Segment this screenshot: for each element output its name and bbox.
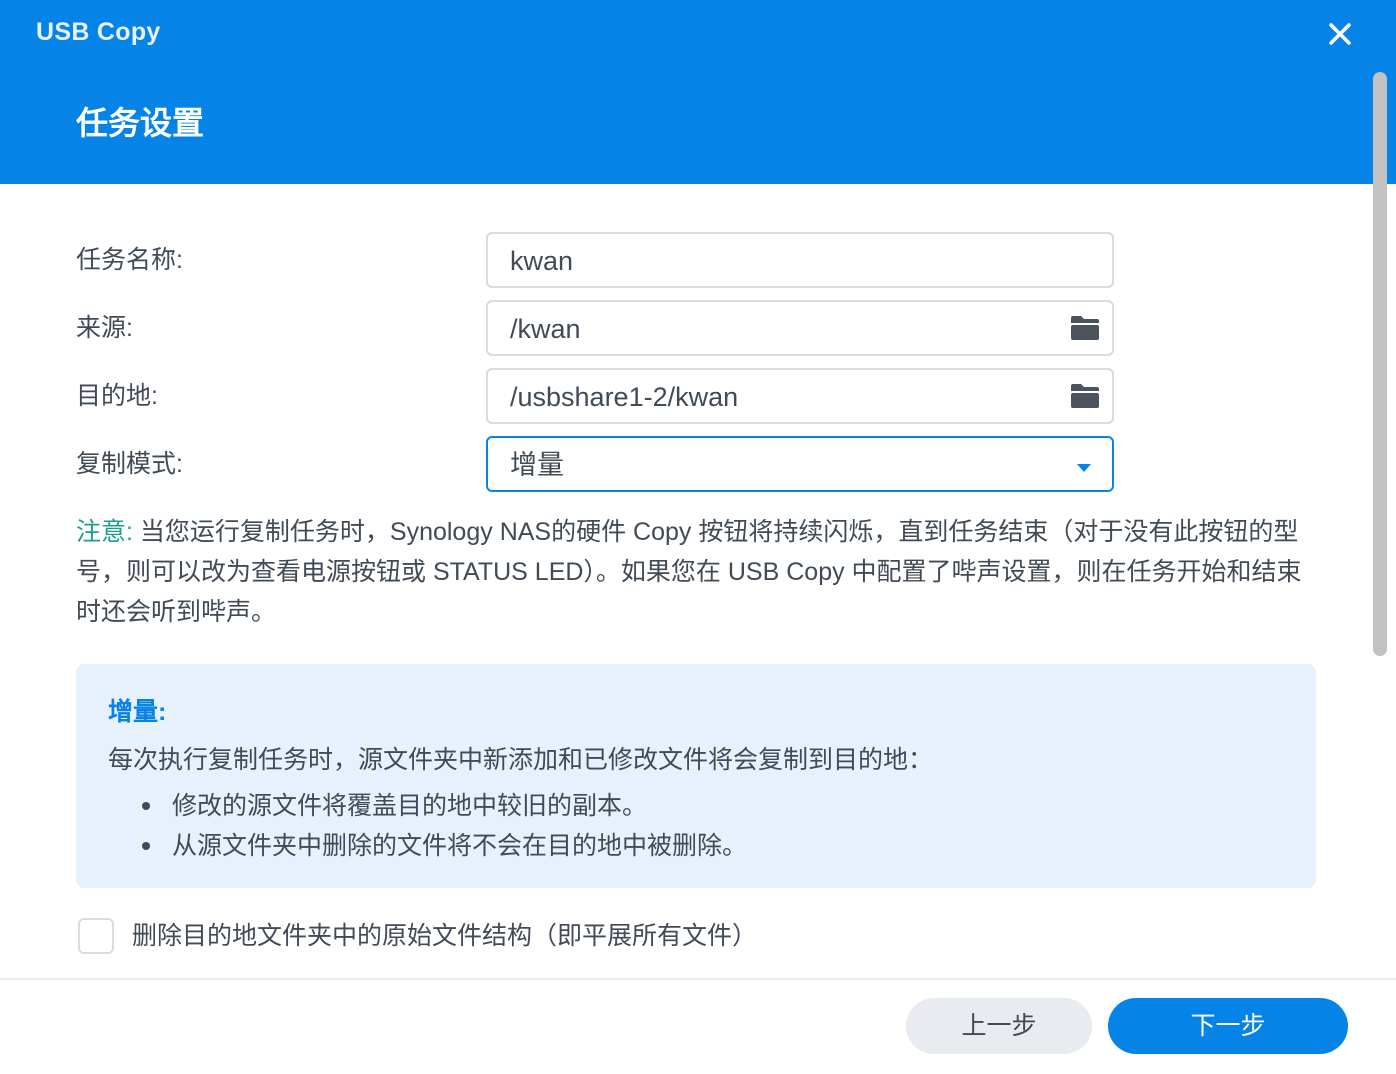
chevron-down-icon (1076, 460, 1092, 472)
task-name-label: 任务名称: (76, 246, 183, 274)
flatten-checkbox-label[interactable]: 删除目的地文件夹中的原始文件结构（即平展所有文件） (132, 920, 757, 952)
info-title: 增量: (108, 698, 167, 726)
step-title: 任务设置 (76, 105, 205, 141)
source-input[interactable]: /kwan (486, 300, 1114, 356)
folder-icon[interactable] (1070, 383, 1100, 409)
scrollbar-thumb[interactable] (1373, 72, 1387, 656)
mode-info-box: 增量: 每次执行复制任务时，源文件夹中新添加和已修改文件将会复制到目的地： 修改… (76, 664, 1316, 888)
note-label: 注意: (76, 518, 133, 546)
destination-value: /usbshare1-2/kwan (510, 382, 739, 412)
copy-mode-value: 增量 (510, 450, 564, 480)
footer-divider (0, 978, 1396, 980)
note-body: 当您运行复制任务时，Synology NAS的硬件 Copy 按钮将持续闪烁，直… (76, 518, 1302, 626)
source-value: /kwan (510, 314, 581, 344)
app-title: USB Copy (36, 18, 161, 46)
source-label: 来源: (76, 314, 133, 342)
bullet-icon (142, 802, 150, 810)
dialog-header: USB Copy 任务设置 (0, 0, 1396, 184)
next-button[interactable]: 下一步 (1108, 998, 1348, 1054)
destination-label: 目的地: (76, 382, 158, 410)
previous-button[interactable]: 上一步 (906, 998, 1092, 1054)
list-item: 从源文件夹中删除的文件将不会在目的地中被删除。 (108, 826, 747, 866)
info-list: 修改的源文件将覆盖目的地中较旧的副本。 从源文件夹中删除的文件将不会在目的地中被… (108, 786, 747, 866)
folder-icon[interactable] (1070, 315, 1100, 341)
destination-input[interactable]: /usbshare1-2/kwan (486, 368, 1114, 424)
task-name-value: kwan (510, 246, 574, 276)
task-name-input[interactable]: kwan (486, 232, 1114, 288)
bullet-icon (142, 842, 150, 850)
copy-mode-select[interactable]: 增量 (486, 436, 1114, 492)
list-item: 修改的源文件将覆盖目的地中较旧的副本。 (108, 786, 747, 826)
note-text: 注意: 当您运行复制任务时，Synology NAS的硬件 Copy 按钮将持续… (76, 512, 1326, 632)
close-icon[interactable] (1322, 16, 1358, 52)
flatten-checkbox[interactable] (78, 918, 114, 954)
info-description: 每次执行复制任务时，源文件夹中新添加和已修改文件将会复制到目的地： (108, 746, 934, 774)
copy-mode-label: 复制模式: (76, 450, 183, 478)
